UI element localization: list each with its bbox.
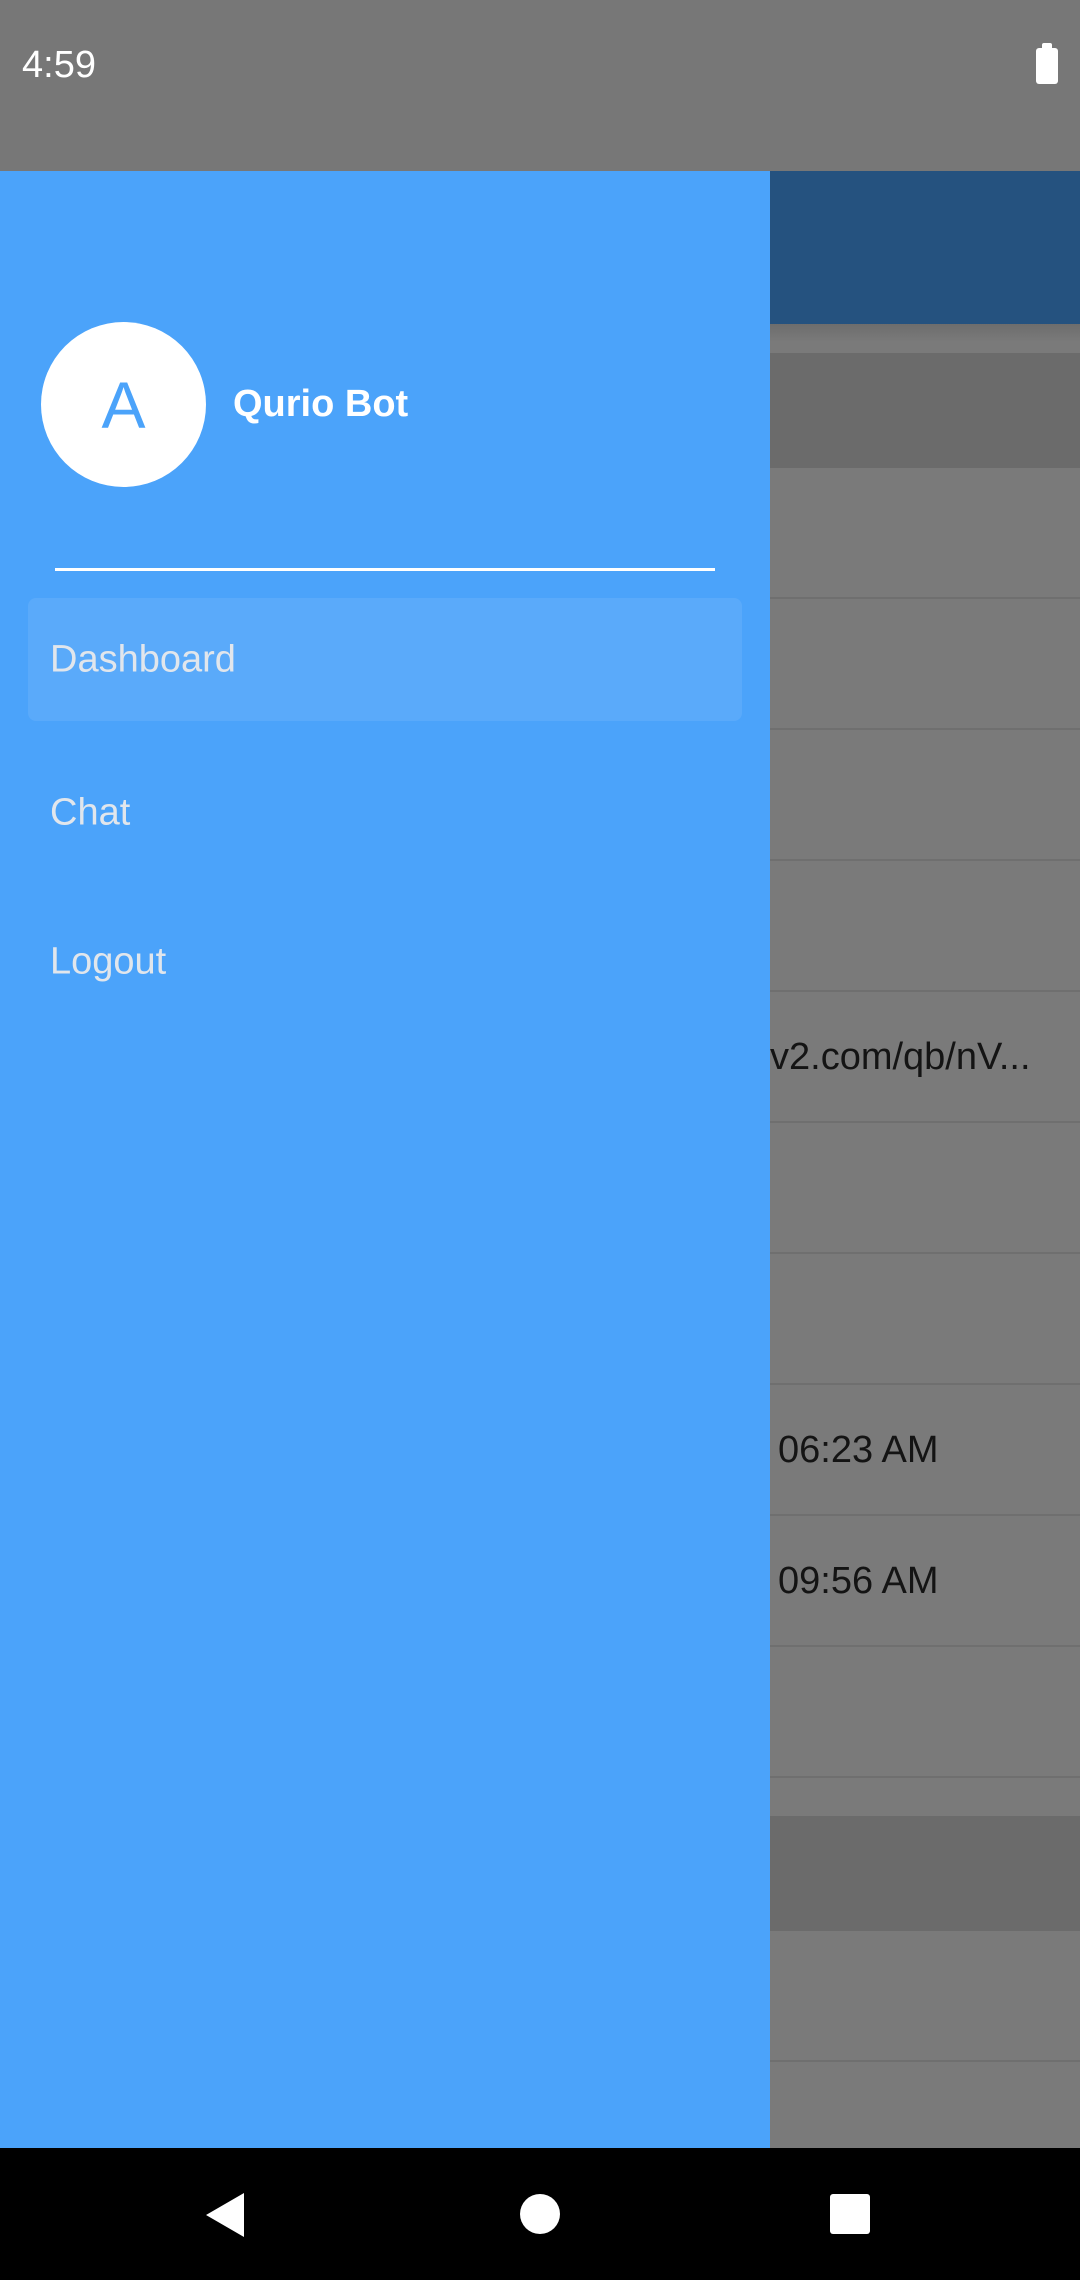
nav-item-label: Dashboard: [50, 638, 236, 680]
nav-item-chat[interactable]: Chat: [28, 751, 742, 874]
back-icon[interactable]: [206, 2193, 244, 2237]
list-item-value: 06:23 AM: [778, 1429, 939, 1471]
system-nav-bar: [0, 2148, 1080, 2280]
battery-full-icon: [1036, 43, 1058, 84]
list-item-value: v2.com/qb/nV...: [770, 1036, 1031, 1078]
nav-item-label: Chat: [50, 791, 131, 833]
home-icon[interactable]: [520, 2194, 560, 2234]
avatar-letter: A: [101, 367, 146, 442]
nav-item-label: Logout: [50, 940, 167, 982]
user-name: Qurio Bot: [233, 383, 409, 425]
nav-item-dashboard[interactable]: Dashboard: [28, 598, 742, 721]
status-bar: 4:59: [0, 0, 1080, 171]
drawer-divider: [55, 568, 715, 571]
list-item-value: 09:56 AM: [778, 1560, 939, 1602]
recents-icon[interactable]: [830, 2194, 870, 2234]
navigation-drawer: A Qurio Bot Dashboard Chat Logout: [0, 171, 770, 2148]
avatar[interactable]: A: [41, 322, 206, 487]
nav-item-logout[interactable]: Logout: [28, 900, 742, 1023]
status-time: 4:59: [22, 44, 96, 86]
